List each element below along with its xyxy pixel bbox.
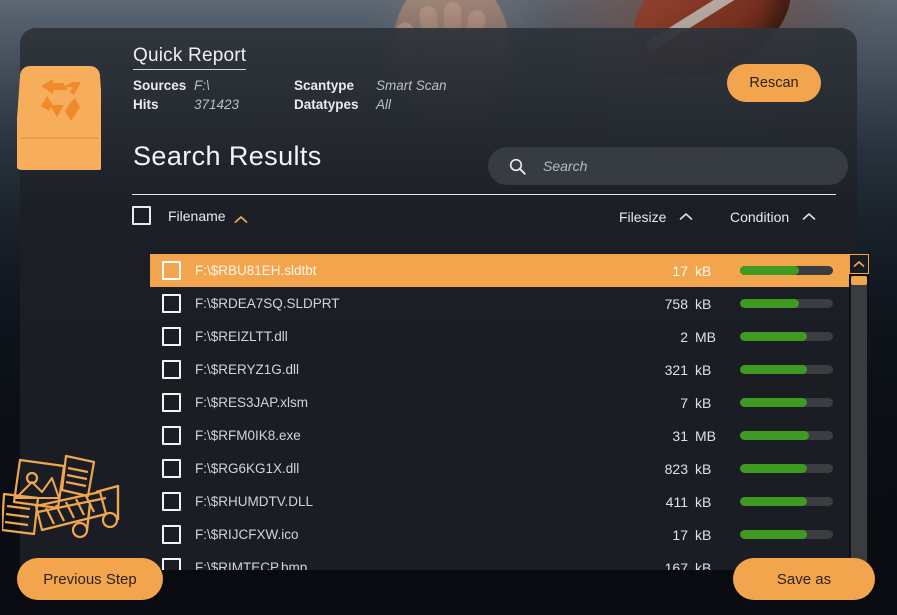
column-header-condition[interactable]: Condition (730, 208, 816, 227)
row-filesize-unit: kB (695, 493, 712, 510)
sort-caret-condition-icon (802, 208, 816, 220)
row-filename: F:\$RERYZ1G.dll (195, 362, 300, 377)
row-filesize-unit: kB (695, 262, 712, 279)
sort-caret-filesize-icon (679, 208, 693, 220)
previous-step-button[interactable]: Previous Step (17, 558, 163, 600)
quick-report-fields: Sources F:\ Scantype Smart Scan Hits 371… (133, 78, 447, 112)
row-filesize: 17 (672, 262, 688, 279)
row-checkbox[interactable] (162, 459, 181, 478)
row-checkbox[interactable] (162, 525, 181, 544)
row-condition-bar (740, 530, 833, 539)
row-filesize-unit: MB (695, 427, 716, 444)
row-filesize-unit: kB (695, 295, 712, 312)
scrollbar-track[interactable] (851, 276, 867, 562)
scroll-up-button[interactable] (849, 254, 869, 274)
save-as-button[interactable]: Save as (733, 558, 875, 600)
row-checkbox[interactable] (162, 327, 181, 346)
row-condition-bar (740, 398, 833, 407)
rescan-button[interactable]: Rescan (727, 64, 821, 102)
row-filename: F:\$RDEA7SQ.SLDPRT (195, 296, 340, 311)
header-divider (132, 194, 836, 195)
scattered-documents-icon (0, 448, 124, 548)
column-label-filename: Filename (168, 207, 226, 224)
row-filesize: 411 (665, 493, 688, 510)
row-filename: F:\$RG6KG1X.dll (195, 461, 300, 476)
search-icon (508, 157, 527, 176)
page-title: Search Results (133, 141, 322, 171)
row-checkbox[interactable] (162, 261, 181, 280)
row-condition-bar (740, 299, 833, 308)
search-input[interactable] (543, 158, 848, 174)
column-label-condition: Condition (730, 209, 790, 225)
select-all-checkbox[interactable] (132, 206, 151, 225)
row-filesize-unit: kB (695, 460, 712, 477)
row-filesize: 758 (664, 295, 688, 312)
row-filename: F:\$REIZLTT.dll (195, 329, 288, 344)
row-filename: F:\$RIJCFXW.ico (195, 527, 299, 542)
row-checkbox[interactable] (162, 492, 181, 511)
row-filesize-unit: kB (695, 526, 712, 543)
table-row[interactable]: F:\$RES3JAP.xlsm 7 kB (150, 386, 850, 419)
datatypes-value: All (376, 97, 392, 112)
column-header-filename[interactable]: Filename (132, 206, 248, 225)
sources-label: Sources (133, 78, 187, 93)
table-row[interactable]: F:\$RERYZ1G.dll 321 kB (150, 353, 850, 386)
table-row[interactable]: F:\$REIZLTT.dll 2 MB (150, 320, 850, 353)
recycle-bin-icon (13, 38, 107, 173)
results-scrollbar[interactable] (849, 254, 869, 584)
row-checkbox[interactable] (162, 294, 181, 313)
table-row[interactable]: F:\$RIJCFXW.ico 17 kB (150, 518, 850, 551)
row-filesize: 823 (664, 460, 688, 477)
scantype-value: Smart Scan (376, 78, 447, 93)
row-condition-bar (740, 266, 833, 275)
quick-report: Quick Report Sources F:\ Scantype Smart … (133, 45, 447, 112)
row-checkbox[interactable] (162, 426, 181, 445)
search-box[interactable] (488, 147, 848, 185)
row-filename: F:\$RBU81EH.sldtbt (195, 263, 317, 278)
row-checkbox[interactable] (162, 360, 181, 379)
sort-caret-filename-icon (234, 211, 248, 223)
row-filesize-unit: kB (695, 361, 712, 378)
row-filesize-unit: MB (695, 328, 716, 345)
row-filesize: 7 (680, 394, 688, 411)
row-condition-bar (740, 464, 833, 473)
row-filesize: 321 (664, 361, 688, 378)
column-header-filesize[interactable]: Filesize (619, 208, 693, 227)
table-row[interactable]: F:\$RHUMDTV.DLL 411 kB (150, 485, 850, 518)
hits-label: Hits (133, 97, 159, 112)
main-panel: Quick Report Sources F:\ Scantype Smart … (20, 28, 869, 584)
sources-value: F:\ (194, 78, 210, 93)
row-filesize: 17 (672, 526, 688, 543)
table-row[interactable]: F:\$RBU81EH.sldtbt 17 kB (150, 254, 850, 287)
row-checkbox[interactable] (162, 393, 181, 412)
row-condition-bar (740, 497, 833, 506)
datatypes-label: Datatypes (294, 97, 359, 112)
scantype-label: Scantype (294, 78, 355, 93)
column-label-filesize: Filesize (619, 209, 667, 225)
scrollbar-thumb[interactable] (851, 276, 867, 285)
row-condition-bar (740, 431, 833, 440)
results-list[interactable]: F:\$RBU81EH.sldtbt 17 kB F:\$RDEA7SQ.SLDPRT… (150, 254, 850, 584)
row-filesize: 31 (672, 427, 688, 444)
quick-report-title: Quick Report (133, 45, 247, 70)
table-row[interactable]: F:\$RDEA7SQ.SLDPRT 758 kB (150, 287, 850, 320)
table-row[interactable]: F:\$RG6KG1X.dll 823 kB (150, 452, 850, 485)
row-condition-bar (740, 365, 833, 374)
row-filename: F:\$RFM0IK8.exe (195, 428, 301, 443)
table-row[interactable]: F:\$RFM0IK8.exe 31 MB (150, 419, 850, 452)
row-filename: F:\$RHUMDTV.DLL (195, 494, 314, 509)
row-filesize: 2 (680, 328, 688, 345)
row-filename: F:\$RES3JAP.xlsm (195, 395, 309, 410)
hits-value: 371423 (194, 97, 240, 112)
row-condition-bar (740, 332, 833, 341)
row-filesize-unit: kB (695, 394, 712, 411)
table-header: Filename Filesize Condition (132, 198, 836, 234)
app-window: Quick Report Sources F:\ Scantype Smart … (0, 0, 897, 615)
